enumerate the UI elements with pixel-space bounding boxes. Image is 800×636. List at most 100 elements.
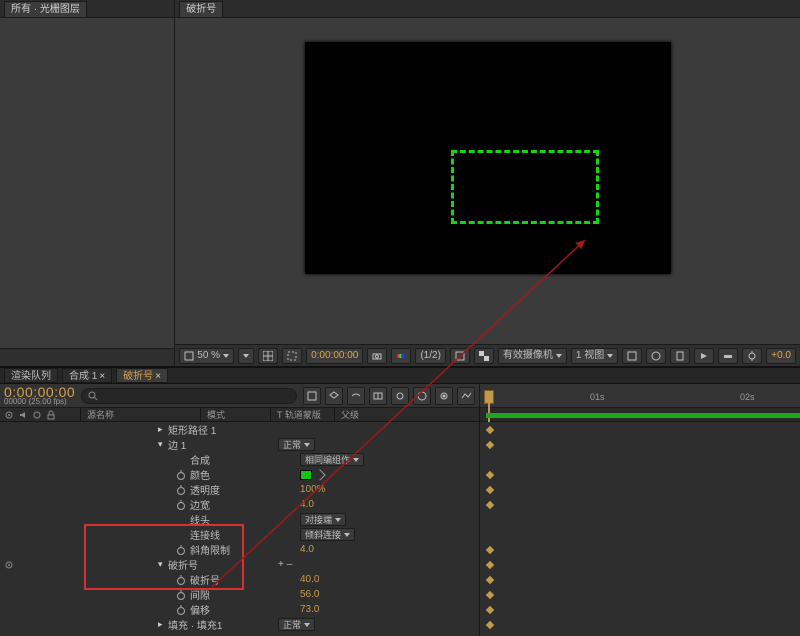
prop-line-join: 连接线 bbox=[190, 527, 300, 542]
transparency-grid[interactable] bbox=[474, 348, 494, 364]
graph-editor-button[interactable] bbox=[457, 387, 475, 405]
brainstorm-button[interactable] bbox=[413, 387, 431, 405]
dashes-add-remove[interactable]: + – bbox=[278, 559, 378, 570]
prop-rect-path[interactable]: 矩形路径 1 bbox=[168, 422, 278, 437]
lock-icon bbox=[46, 410, 56, 420]
draft-3d-button[interactable] bbox=[325, 387, 343, 405]
stopwatch-icon[interactable] bbox=[176, 575, 186, 585]
timeline-tab-comp1[interactable]: 合成 1× bbox=[62, 368, 112, 383]
close-icon[interactable]: × bbox=[99, 371, 105, 382]
mask-toggle[interactable] bbox=[282, 348, 302, 364]
column-track-matte[interactable]: T 轨道蒙版 bbox=[270, 408, 334, 421]
stopwatch-icon[interactable] bbox=[176, 500, 186, 510]
shy-button[interactable] bbox=[347, 387, 365, 405]
roi-button[interactable] bbox=[450, 348, 470, 364]
prop-color: 颜色 bbox=[190, 467, 300, 482]
stopwatch-icon[interactable] bbox=[176, 590, 186, 600]
eye-icon bbox=[4, 410, 14, 420]
color-swatch[interactable] bbox=[300, 470, 312, 480]
square-icon bbox=[184, 351, 194, 361]
fill-blend-mode-dropdown[interactable]: 正常 bbox=[278, 618, 315, 631]
stopwatch-icon[interactable] bbox=[176, 545, 186, 555]
composite-dropdown[interactable]: 相同编组作 bbox=[300, 453, 364, 466]
resolution-toggle[interactable] bbox=[238, 348, 254, 364]
prop-composite: 合成 bbox=[190, 452, 300, 467]
eye-icon[interactable] bbox=[4, 560, 14, 570]
offset-value[interactable]: 73.0 bbox=[300, 604, 400, 615]
motion-blur-button[interactable] bbox=[391, 387, 409, 405]
view-icon-2[interactable] bbox=[646, 348, 666, 364]
comp-mini-flowchart-button[interactable] bbox=[303, 387, 321, 405]
prop-stroke-width: 边宽 bbox=[190, 497, 300, 512]
search-icon bbox=[88, 391, 98, 401]
prop-opacity: 透明度 bbox=[190, 482, 300, 497]
dashed-rectangle-shape[interactable] bbox=[451, 150, 599, 224]
line-cap-dropdown[interactable]: 对接端 bbox=[300, 513, 346, 526]
solo-icon bbox=[32, 410, 42, 420]
autokey-button[interactable] bbox=[435, 387, 453, 405]
snapshot-button[interactable] bbox=[367, 348, 387, 364]
project-body bbox=[0, 18, 174, 348]
shy-icon bbox=[350, 390, 362, 402]
composition-view[interactable] bbox=[305, 42, 671, 274]
project-tab[interactable]: 所有 · 光栅图层 bbox=[4, 1, 87, 17]
camera-icon bbox=[372, 351, 382, 361]
channel-icon[interactable] bbox=[391, 348, 411, 364]
stopwatch-icon[interactable] bbox=[176, 605, 186, 615]
eyedropper-arrow-icon[interactable] bbox=[314, 469, 325, 480]
prop-line-cap: 线头 bbox=[190, 512, 300, 527]
line-join-dropdown[interactable]: 倾斜连接 bbox=[300, 528, 355, 541]
property-tree: ▸ 矩形路径 1 ▾ 边 1 正常 合成 相同编组作 颜色 bbox=[0, 422, 480, 636]
time-ruler[interactable]: 01s 02s bbox=[480, 384, 800, 408]
speaker-icon bbox=[18, 410, 28, 420]
prop-gap: 间隙 bbox=[190, 587, 300, 602]
gap-value[interactable]: 56.0 bbox=[300, 589, 400, 600]
frame-blend-button[interactable] bbox=[369, 387, 387, 405]
chevron-right-icon[interactable]: ▸ bbox=[158, 424, 168, 435]
stopwatch-icon[interactable] bbox=[176, 470, 186, 480]
layer-search[interactable] bbox=[81, 388, 297, 404]
current-time-display[interactable]: 0:00:00:00 bbox=[306, 348, 363, 364]
current-time-block[interactable]: 0:00:00:00 00000 (25.00 fps) bbox=[4, 386, 75, 406]
prop-fill[interactable]: 填充 · 填充1 bbox=[168, 617, 278, 632]
exposure-value[interactable]: +0.0 bbox=[766, 348, 796, 364]
dash-value[interactable]: 40.0 bbox=[300, 574, 400, 585]
timeline-sync-icon[interactable] bbox=[718, 348, 738, 364]
column-mode[interactable]: 模式 bbox=[200, 408, 270, 421]
preview-footer-bar: 50 % 0:00:00:00 (1/2) bbox=[175, 344, 800, 366]
resolution-half[interactable]: (1/2) bbox=[415, 348, 446, 364]
preview-tab[interactable]: 破折号 bbox=[179, 1, 223, 17]
chevron-down-icon[interactable]: ▾ bbox=[158, 439, 168, 450]
miter-value[interactable]: 4.0 bbox=[300, 544, 400, 555]
fast-preview-icon[interactable] bbox=[694, 348, 714, 364]
stroke-blend-mode-dropdown[interactable]: 正常 bbox=[278, 438, 315, 451]
timeline-tab-render-queue[interactable]: 渲染队列 bbox=[4, 368, 58, 383]
chevron-right-icon[interactable]: ▸ bbox=[158, 619, 168, 630]
prop-dash: 破折号 bbox=[190, 572, 300, 587]
column-source-name[interactable]: 源名称 bbox=[80, 408, 200, 421]
timeline-tracks-area[interactable] bbox=[480, 422, 800, 636]
view-count-dropdown[interactable]: 1 视图 bbox=[571, 348, 618, 364]
opacity-value[interactable]: 100% bbox=[300, 484, 400, 495]
grid-icon[interactable] bbox=[258, 348, 278, 364]
view-icon-1[interactable] bbox=[622, 348, 642, 364]
stopwatch-icon[interactable] bbox=[176, 485, 186, 495]
playhead[interactable] bbox=[484, 390, 494, 404]
column-parent[interactable]: 父级 bbox=[334, 408, 479, 421]
prop-miter-limit: 斜角限制 bbox=[190, 542, 300, 557]
chevron-down-icon[interactable]: ▾ bbox=[158, 559, 168, 570]
prop-stroke-1[interactable]: 边 1 bbox=[168, 437, 278, 452]
active-camera-dropdown[interactable]: 有效摄像机 bbox=[498, 348, 567, 364]
prop-dashes-group[interactable]: 破折号 bbox=[168, 557, 278, 572]
work-area-bar[interactable] bbox=[486, 413, 800, 418]
stroke-width-value[interactable]: 4.0 bbox=[300, 499, 400, 510]
pixel-aspect-icon[interactable] bbox=[670, 348, 690, 364]
prop-offset: 偏移 bbox=[190, 602, 300, 617]
timeline-panel: 渲染队列 合成 1× 破折号× 0:00:00:00 00000 (25.00 … bbox=[0, 366, 800, 617]
close-icon[interactable]: × bbox=[155, 371, 161, 382]
zoom-dropdown[interactable]: 50 % bbox=[179, 348, 234, 364]
timeline-tab-dashes[interactable]: 破折号× bbox=[116, 368, 168, 383]
exposure-icon[interactable] bbox=[742, 348, 762, 364]
project-panel: 所有 · 光栅图层 bbox=[0, 0, 175, 366]
composition-preview-panel: 破折号 50 % 0:00:00:00 bbox=[175, 0, 800, 366]
